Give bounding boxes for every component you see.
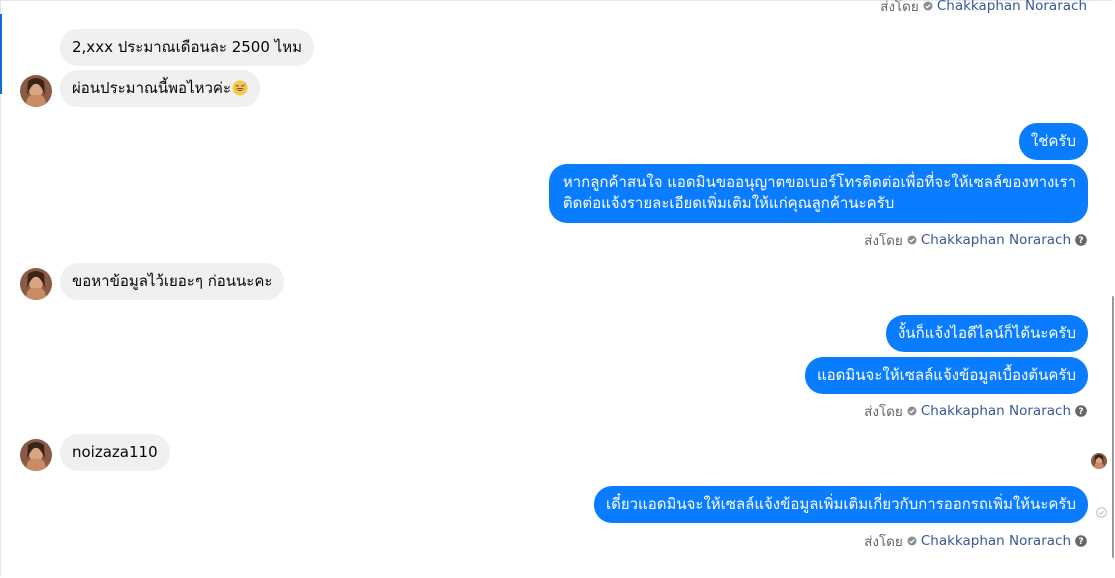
outgoing-message[interactable]: เดี๋ยวแอดมินจะให้เซลล์แจ้งข้อมูลเพิ่มเติ… [593, 486, 1088, 523]
sender-name-link[interactable]: Chakkaphan Norarach [921, 533, 1071, 549]
question-icon[interactable]: ? [1075, 405, 1087, 417]
svg-text:?: ? [1078, 407, 1083, 417]
incoming-message[interactable]: 2,xxx ประมาณเดือนละ 2500 ไหม [60, 29, 314, 66]
seen-avatar [1091, 453, 1107, 469]
sent-by-label: ส่งโดย Chakkaphan Norarach ? [864, 530, 1087, 552]
check-circle-icon [907, 235, 917, 245]
incoming-message[interactable]: ผ่อนประมาณนี้พอไหวค่ะ [60, 70, 261, 107]
sender-name-link[interactable]: Chakkaphan Norarach [921, 232, 1071, 248]
check-circle-icon [907, 406, 917, 416]
grinning-sweat-emoji [232, 80, 248, 96]
question-icon[interactable]: ? [1075, 234, 1087, 246]
outgoing-message[interactable]: ใช่ครับ [1018, 123, 1088, 160]
contact-avatar[interactable] [20, 439, 52, 471]
outgoing-message[interactable]: หากลูกค้าสนใจ แอดมินขออนุญาตขอเบอร์โทรติ… [548, 164, 1088, 223]
contact-avatar[interactable] [20, 75, 52, 107]
sender-name-link[interactable]: Chakkaphan Norarach [921, 403, 1071, 419]
sent-by-label: ส่งโดย Chakkaphan Norarach ? [864, 229, 1087, 251]
delivered-check-icon [1096, 507, 1107, 518]
scrollbar-thumb[interactable] [1112, 296, 1114, 558]
svg-text:?: ? [1078, 537, 1083, 547]
sent-by-label: ส่งโดย Chakkaphan Norarach ? [864, 400, 1087, 422]
question-icon[interactable]: ? [1075, 535, 1087, 547]
check-circle-icon [907, 536, 917, 546]
sender-name-link[interactable]: Chakkaphan Norarach [937, 0, 1087, 14]
sent-by-label: ส่งโดย Chakkaphan Norarach [880, 0, 1087, 15]
check-circle-icon [923, 1, 933, 11]
incoming-message[interactable]: noizaza110 [60, 434, 170, 471]
outgoing-message[interactable]: แอดมินจะให้เซลล์แจ้งข้อมูลเบื้องต้นครับ [804, 357, 1088, 394]
outgoing-message[interactable]: งั้นก็แจ้งไอดีไลน์ก็ได้นะครับ [885, 315, 1088, 352]
left-accent-bar [0, 14, 2, 94]
svg-text:?: ? [1078, 236, 1083, 246]
contact-avatar[interactable] [20, 268, 52, 300]
incoming-message[interactable]: ขอหาข้อมูลไว้เยอะๆ ก่อนนะคะ [60, 263, 285, 300]
